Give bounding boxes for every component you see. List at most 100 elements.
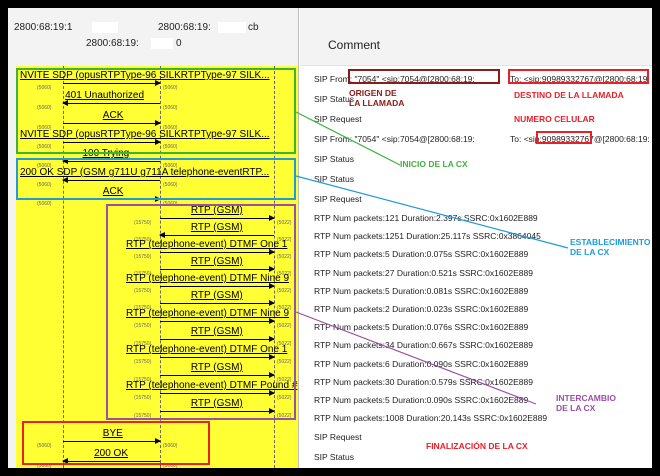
lifeline-a (63, 66, 64, 468)
flow-port-right: (5022) (277, 395, 292, 401)
host-b: 2800:68:19: (86, 38, 139, 49)
flow-label: NVITE SDP (opusRTPType-96 SILKRTPType-97… (20, 70, 270, 81)
flow-arrow (160, 354, 275, 360)
flow-port-right: (5060) (163, 182, 178, 188)
flow-port-right: (5060) (163, 463, 178, 468)
flow-port-right: (5060) (163, 443, 178, 449)
host-a: 2800:68:19:1 (14, 22, 73, 33)
finalizacion-label: FINALIZACIÓN DE LA CX (426, 441, 528, 451)
host-c-suffix: cb (248, 22, 259, 33)
flow-arrow (160, 215, 275, 221)
flow-port-right: (5060) (163, 105, 178, 111)
comment-rtp-line[interactable]: RTP Num packets:5 Duration:0.076s SSRC:0… (314, 322, 528, 332)
comment-rtp-line[interactable]: RTP Num packets:121 Duration:2.397s SSRC… (314, 213, 538, 223)
comment-rtp-line[interactable]: RTP Num packets:1008 Duration:20.143s SS… (314, 413, 547, 423)
comment-request-2[interactable]: SIP Request (314, 194, 362, 204)
flow-arrow (63, 438, 161, 444)
flow-arrow (63, 139, 161, 145)
flow-arrow (160, 266, 275, 272)
flow-arrow (160, 283, 275, 289)
establecimiento-label: ESTABLECIMIENTO DE LA CX (570, 237, 651, 257)
host-a-redaction (92, 22, 118, 33)
flow-label: RTP (GSM) (190, 256, 243, 267)
flow-port-right: (5060) (163, 201, 178, 207)
host-header: 2800:68:19:1 2800:68:19: cb 2800:68:19: … (8, 8, 298, 66)
flow-label: RTP (telephone-event) DTMF Nine 9 (126, 273, 290, 284)
flow-arrow (160, 336, 275, 342)
comment-rtp-line[interactable]: RTP Num packets:6 Duration:0.090s SSRC:0… (314, 359, 528, 369)
flow-port-left: (15750) (134, 395, 152, 401)
comment-header: Comment (300, 8, 652, 66)
flow-arrow (62, 458, 160, 464)
comment-to-1[interactable]: To: <sip:90989332767@[2800:68:19: 0] (510, 74, 652, 84)
flow-port-left: (5060) (37, 85, 52, 91)
flow-arrow (160, 390, 275, 396)
flow-port-left: (15750) (134, 288, 152, 294)
wireshark-voip-flow-window: 2800:68:19:1 2800:68:19: cb 2800:68:19: … (8, 8, 652, 468)
flow-arrow (62, 100, 160, 106)
flow-port-left: (15750) (134, 323, 152, 329)
comment-rtp-line[interactable]: RTP Num packets:5 Duration:0.075s SSRC:0… (314, 249, 528, 259)
comment-status-2[interactable]: SIP Status (314, 154, 354, 164)
comment-to-2[interactable]: To: <sip:90989332767@[2800:68:19: 0] (510, 134, 652, 144)
comment-rtp-line[interactable]: RTP Num packets:5 Duration:0.090s SSRC:0… (314, 395, 528, 405)
flow-label: RTP (telephone-event) DTMF One 1 (126, 344, 288, 355)
flow-port-left: (5060) (37, 201, 52, 207)
flow-label: RTP (GSM) (190, 362, 243, 373)
comment-from-2[interactable]: SIP From: "7054" <sip:7054@[2800:68:19: (314, 134, 475, 144)
flow-label: 200 OK (94, 448, 129, 459)
flow-sequence-area[interactable] (16, 66, 298, 468)
flow-label: ACK (102, 110, 124, 121)
comment-rtp-line[interactable]: RTP Num packets:2 Duration:0.023s SSRC:0… (314, 304, 528, 314)
host-b-suffix: 0 (176, 38, 182, 49)
flow-arrow (160, 300, 275, 306)
comment-rtp-line[interactable]: RTP Num packets:5 Duration:0.081s SSRC:0… (314, 286, 528, 296)
flow-arrow (63, 196, 161, 202)
flow-port-right: (5022) (277, 323, 292, 329)
flow-port-left: (5060) (37, 105, 52, 111)
flow-label: 100 Trying (82, 148, 130, 159)
flow-label: RTP (GSM) (190, 222, 243, 233)
flow-label: RTP (telephone-event) DTMF Nine 9 (126, 308, 290, 319)
flow-label: RTP (telephone-event) DTMF One 1 (126, 239, 288, 250)
comment-rtp-line[interactable]: RTP Num packets:30 Duration:0.579s SSRC:… (314, 377, 533, 387)
flow-graph-panel: 2800:68:19:1 2800:68:19: cb 2800:68:19: … (8, 8, 299, 468)
flow-arrow (159, 232, 274, 238)
flow-port-right: (5022) (277, 220, 292, 226)
numero-label: NUMERO CELULAR (514, 114, 595, 124)
flow-port-right: (5060) (163, 85, 178, 91)
origen-label: ORIGEN DE LA LLAMADA (349, 88, 405, 108)
flow-arrow (160, 372, 275, 378)
lifeline-b (160, 66, 161, 468)
flow-port-left: (15750) (134, 254, 152, 260)
flow-port-right: (5060) (163, 144, 178, 150)
flow-arrow (62, 177, 160, 183)
comment-rtp-line[interactable]: RTP Num packets:27 Duration:0.521s SSRC:… (314, 268, 533, 278)
comment-status-3[interactable]: SIP Status (314, 174, 354, 184)
host-b-redaction (151, 38, 173, 49)
destino-label: DESTINO DE LA LLAMADA (514, 90, 624, 100)
flow-port-right: (5022) (277, 413, 292, 419)
flow-label: NVITE SDP (opusRTPType-96 SILKRTPType-97… (20, 129, 270, 140)
comment-request-3[interactable]: SIP Request (314, 432, 362, 442)
comment-rtp-line[interactable]: RTP Num packets:34 Duration:0.667s SSRC:… (314, 340, 533, 350)
flow-label: RTP (GSM) (190, 205, 243, 216)
flow-port-left: (5060) (37, 443, 52, 449)
flow-arrow (160, 408, 275, 414)
flow-port-left: (5060) (37, 463, 52, 468)
inicio-label: INICIO DE LA CX (400, 159, 468, 169)
flow-label: RTP (GSM) (190, 326, 243, 337)
comment-title: Comment (328, 38, 381, 52)
flow-arrow (62, 158, 160, 164)
comment-rtp-line[interactable]: RTP Num packets:1251 Duration:25.117s SS… (314, 231, 541, 241)
flow-label: 401 Unauthorized (65, 90, 145, 101)
flow-arrow (160, 318, 275, 324)
host-c-redaction (218, 22, 246, 33)
flow-port-right: (5022) (277, 254, 292, 260)
comment-from-1[interactable]: SIP From: "7054" <sip:7054@[2800:68:19: (314, 74, 475, 84)
comment-status-4[interactable]: SIP Status (314, 452, 354, 462)
comment-status-1[interactable]: SIP Status (314, 94, 354, 104)
flow-port-left: (5060) (37, 182, 52, 188)
flow-port-left: (15750) (134, 359, 152, 365)
comment-request-1[interactable]: SIP Request (314, 114, 362, 124)
